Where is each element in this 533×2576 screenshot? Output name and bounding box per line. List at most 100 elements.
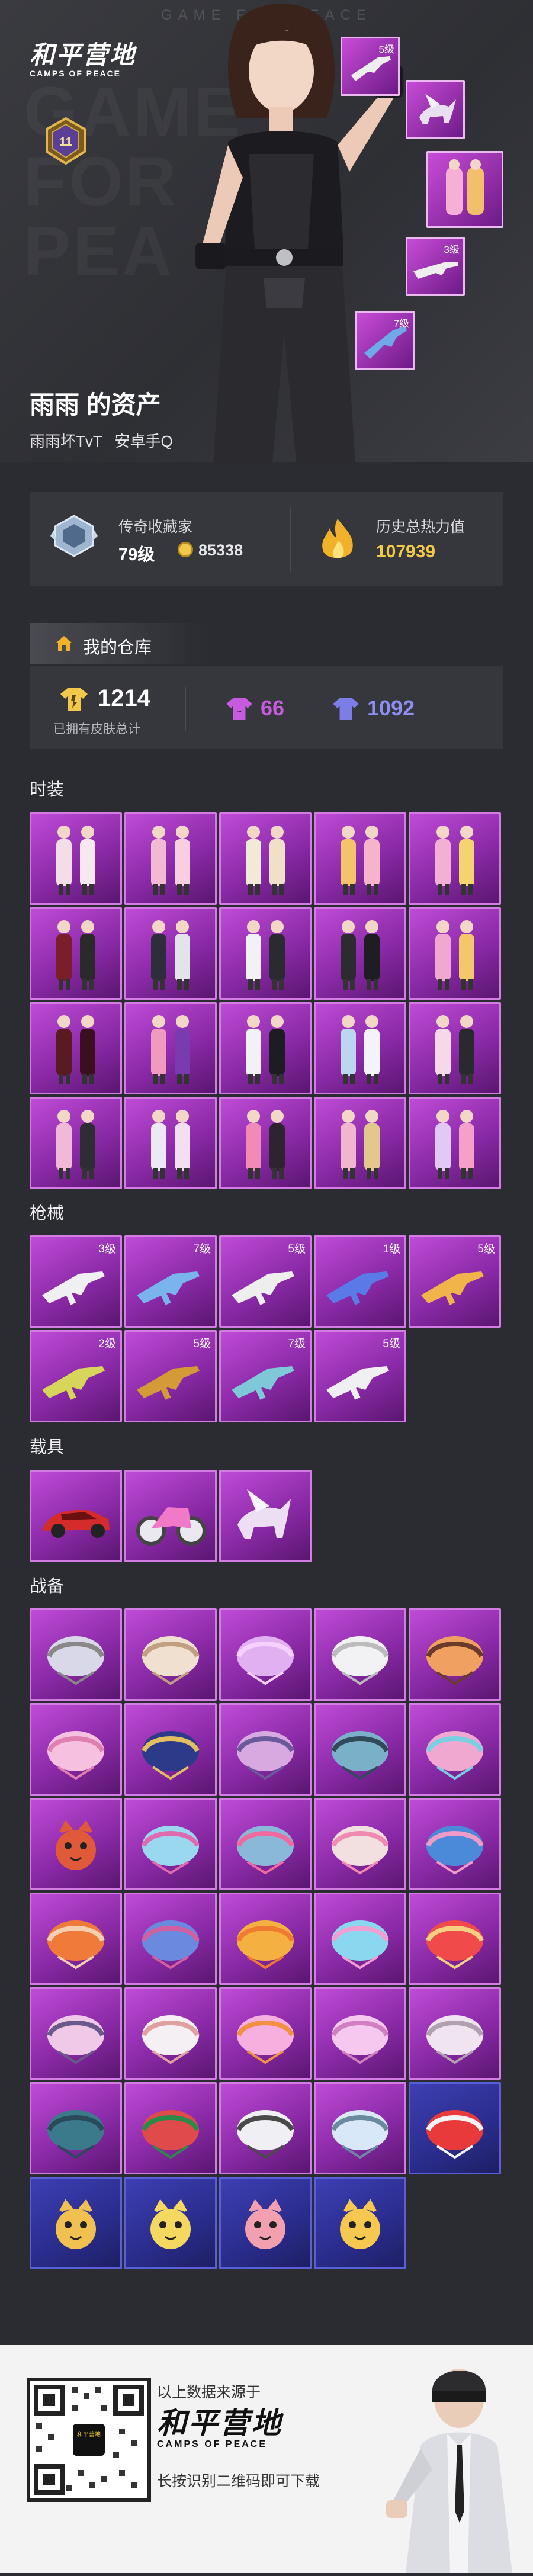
gear-item[interactable] [219, 2177, 312, 2269]
gun-item[interactable]: 5级 [219, 1235, 312, 1328]
rank-badge: 11 [44, 117, 87, 165]
total-skins-label: 已拥有皮肤总计 [53, 722, 140, 736]
collector-icon [50, 512, 98, 563]
source-text: 以上数据来源于 [157, 2384, 261, 2401]
gun-item[interactable]: 5级 [409, 1235, 501, 1328]
gun-item[interactable]: 7级 [124, 1235, 217, 1328]
gun-item[interactable]: 2级 [30, 1330, 122, 1422]
collector-points: 85338 [198, 541, 243, 559]
side-card-pegasus [406, 80, 465, 139]
outfit-item[interactable] [314, 812, 406, 905]
outfit-item[interactable] [409, 1097, 501, 1189]
gear-item[interactable] [124, 1893, 217, 1985]
qr-logo: 和平营地 [73, 2424, 105, 2456]
gear-item[interactable] [409, 1987, 501, 2080]
gear-item[interactable] [409, 1893, 501, 1985]
outfit-item[interactable] [30, 907, 122, 1000]
gear-item[interactable] [314, 1798, 406, 1890]
gear-item[interactable] [219, 1987, 312, 2080]
collector-level: 79级 [118, 545, 155, 564]
gear-item[interactable] [124, 1703, 217, 1796]
total-skins: 1214 [98, 685, 150, 711]
flame-icon [317, 516, 358, 567]
gear-item[interactable] [314, 1987, 406, 2080]
outfit-item[interactable] [124, 1097, 217, 1189]
vehicle-item[interactable] [30, 1470, 122, 1562]
gear-item[interactable] [314, 1703, 406, 1796]
outfit-item[interactable] [314, 907, 406, 1000]
gear-item[interactable] [314, 2082, 406, 2174]
gear-item[interactable] [124, 2082, 217, 2174]
gun-item[interactable]: 7级 [219, 1330, 312, 1422]
house-icon [54, 635, 73, 656]
gun-item[interactable]: 3级 [30, 1235, 122, 1328]
gear-item[interactable] [219, 1608, 312, 1701]
heat-value: 107939 [376, 542, 436, 561]
outfit-item[interactable] [219, 907, 312, 1000]
outfit-item[interactable] [124, 1002, 217, 1094]
gear-item[interactable] [30, 1703, 122, 1796]
heat-label: 历史总热力值 [376, 519, 465, 535]
download-text: 长按识别二维码即可下载 [157, 2473, 320, 2490]
outfit-item[interactable] [30, 1097, 122, 1189]
soldier-illustration [385, 2345, 533, 2573]
outfit-item[interactable] [314, 1097, 406, 1189]
section-guns: 枪械 [30, 1204, 65, 1223]
outfit-item[interactable] [219, 812, 312, 905]
gear-item[interactable] [30, 1798, 122, 1890]
gun-item[interactable]: 1级 [314, 1235, 406, 1328]
gear-item[interactable] [30, 1987, 122, 2080]
svg-text:~: ~ [237, 707, 242, 716]
outfit-item[interactable] [30, 812, 122, 905]
gear-item[interactable] [409, 1703, 501, 1796]
gear-item[interactable] [219, 1798, 312, 1890]
footer-logo: 和平营地 CAMPS OF PEACE [157, 2407, 282, 2449]
gear-item[interactable] [314, 2177, 406, 2269]
gear-item[interactable] [124, 1987, 217, 2080]
gun-item[interactable]: 5级 [314, 1330, 406, 1422]
gear-item[interactable] [314, 1893, 406, 1985]
section-gear: 战备 [30, 1577, 65, 1596]
gear-item[interactable] [409, 1798, 501, 1890]
gear-item[interactable] [314, 1608, 406, 1701]
gear-item[interactable] [124, 1798, 217, 1890]
item-level-badge: 7级 [193, 1243, 211, 1255]
gear-item[interactable] [30, 1893, 122, 1985]
item-level-badge: 5级 [383, 1338, 400, 1350]
gear-item[interactable] [30, 1608, 122, 1701]
section-vehicles: 载具 [30, 1438, 65, 1457]
footer: 和平营地 以上数据来源于 和平营地 CAMPS OF PEACE 长按识别二维码… [0, 2345, 533, 2573]
warehouse-panel: 1214 已拥有皮肤总计 ~ 66 1092 [30, 666, 503, 749]
gear-item[interactable] [409, 1608, 501, 1701]
qr-code[interactable]: 和平营地 [27, 2378, 151, 2502]
owner-subtitle: 雨雨坏TvT 安卓手Q [30, 432, 173, 450]
gear-item[interactable] [30, 2177, 122, 2269]
gear-item[interactable] [124, 1608, 217, 1701]
vehicle-item[interactable] [219, 1470, 312, 1562]
divider [290, 507, 291, 572]
section-outfits: 时装 [30, 780, 65, 799]
shirt-blue-icon [332, 697, 360, 724]
gear-item[interactable] [124, 2177, 217, 2269]
gear-item[interactable] [219, 1703, 312, 1796]
gun-item[interactable]: 5级 [124, 1330, 217, 1422]
outfit-item[interactable] [314, 1002, 406, 1094]
outfit-item[interactable] [124, 812, 217, 905]
gear-item[interactable] [409, 2082, 501, 2174]
shirt-gold-icon [59, 687, 89, 715]
outfit-item[interactable] [219, 1002, 312, 1094]
item-level-badge: 3级 [98, 1243, 116, 1255]
outfit-item[interactable] [409, 812, 501, 905]
outfit-item[interactable] [409, 1002, 501, 1094]
gear-item[interactable] [30, 2082, 122, 2174]
item-level-badge: 1级 [383, 1243, 400, 1255]
gear-item[interactable] [219, 2082, 312, 2174]
outfit-item[interactable] [30, 1002, 122, 1094]
outfit-item[interactable] [409, 907, 501, 1000]
outfit-item[interactable] [219, 1097, 312, 1189]
divider [185, 687, 186, 731]
gear-item[interactable] [219, 1893, 312, 1985]
outfit-item[interactable] [124, 907, 217, 1000]
item-level-badge: 2级 [98, 1338, 116, 1350]
vehicle-item[interactable] [124, 1470, 217, 1562]
